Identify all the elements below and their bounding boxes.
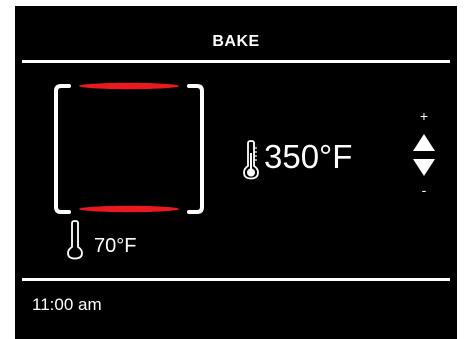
triangle-up-icon xyxy=(413,134,435,151)
thermometer-icon xyxy=(66,220,84,260)
thermometer-filled-icon xyxy=(242,139,260,181)
footer-divider xyxy=(22,278,450,281)
bottom-heating-element xyxy=(79,205,179,213)
top-heating-element xyxy=(79,82,179,90)
oven-display-screen: BAKE 70°F 350°F + - 11:00 am xyxy=(15,6,457,339)
oven-cavity-icon xyxy=(53,80,205,218)
decrease-label: - xyxy=(421,182,427,198)
mode-title: BAKE xyxy=(212,33,260,50)
increase-temperature-button[interactable] xyxy=(412,133,436,152)
current-oven-temperature: 70°F xyxy=(94,235,137,257)
header-divider xyxy=(22,60,450,63)
oven-left-bracket xyxy=(54,84,71,214)
decrease-temperature-button[interactable] xyxy=(412,158,436,177)
increase-label: + xyxy=(419,108,429,124)
oven-right-bracket xyxy=(187,84,204,214)
target-temperature: 350°F xyxy=(264,138,353,175)
triangle-down-icon xyxy=(413,159,435,176)
clock-time: 11:00 am xyxy=(32,295,102,314)
